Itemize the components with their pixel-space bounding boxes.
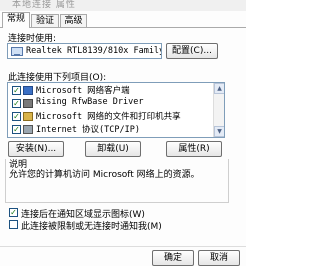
- scroll-down-icon[interactable]: ▼: [214, 126, 224, 137]
- list-item[interactable]: ✓ Microsoft 网络客户端: [8, 84, 213, 97]
- tab-bar: 常规 验证 高级: [0, 11, 246, 28]
- checkbox-tcpip[interactable]: ✓: [12, 125, 21, 134]
- checkbox-file-sharing[interactable]: ✓: [12, 112, 21, 121]
- notify-checkbox[interactable]: [9, 220, 18, 229]
- configure-button[interactable]: 配置(C)...: [166, 43, 218, 59]
- checkbox-client[interactable]: ✓: [12, 86, 21, 95]
- list-item[interactable]: ✓ Rising RfwBase Driver: [8, 97, 213, 110]
- tab-authentication[interactable]: 验证: [31, 14, 59, 27]
- tab-divider: [0, 27, 246, 28]
- cancel-button[interactable]: 取消: [198, 250, 240, 266]
- notify-label: 此连接被限制或无连接时通知我(M): [21, 222, 162, 232]
- uninstall-button[interactable]: 卸载(U): [85, 141, 141, 157]
- list-item[interactable]: ✓ Internet 协议(TCP/IP): [8, 123, 213, 136]
- checkbox-rising[interactable]: ✓: [12, 99, 21, 108]
- adapter-field: Realtek RTL8139/810x Family F:: [7, 43, 162, 59]
- protocol-icon: [23, 125, 33, 134]
- list-scrollbar[interactable]: ▲ ▼: [213, 83, 224, 137]
- show-icon-option[interactable]: ✓ 连接后在通知区域显示图标(W): [9, 207, 229, 220]
- adapter-name: Realtek RTL8139/810x Family F:: [26, 46, 162, 56]
- ok-button[interactable]: 确定: [152, 250, 194, 266]
- description-text: 允许您的计算机访问 Microsoft 网络上的资源。: [9, 170, 200, 180]
- description-group: [5, 159, 229, 203]
- properties-button[interactable]: 属性(R): [166, 141, 222, 157]
- network-adapter-icon: [11, 47, 23, 56]
- tab-advanced[interactable]: 高级: [60, 14, 87, 27]
- scroll-up-icon[interactable]: ▲: [214, 83, 224, 94]
- footer-divider: [0, 246, 246, 247]
- properties-dialog: 本地连接 属性 常规 验证 高级 连接时使用: Realtek RTL8139/…: [0, 0, 246, 266]
- title-bar: 本地连接 属性: [0, 0, 246, 11]
- file-printer-sharing-icon: [23, 112, 33, 121]
- item-name: Internet 协议(TCP/IP): [36, 125, 140, 135]
- driver-icon: [23, 99, 33, 108]
- item-name: Microsoft 网络的文件和打印机共享: [36, 112, 181, 122]
- list-item[interactable]: ✓ Microsoft 网络的文件和打印机共享: [8, 110, 213, 123]
- network-client-icon: [23, 86, 33, 95]
- tab-general[interactable]: 常规: [2, 12, 30, 28]
- item-name: Microsoft 网络客户端: [36, 86, 130, 96]
- install-button[interactable]: 安装(N)...: [8, 141, 64, 157]
- components-list[interactable]: ✓ Microsoft 网络客户端 ✓ Rising RfwBase Drive…: [7, 82, 225, 138]
- show-icon-checkbox[interactable]: ✓: [9, 208, 18, 217]
- window-title: 本地连接 属性: [12, 0, 76, 10]
- item-name: Rising RfwBase Driver: [36, 97, 144, 107]
- notify-option[interactable]: 此连接被限制或无连接时通知我(M): [9, 219, 229, 232]
